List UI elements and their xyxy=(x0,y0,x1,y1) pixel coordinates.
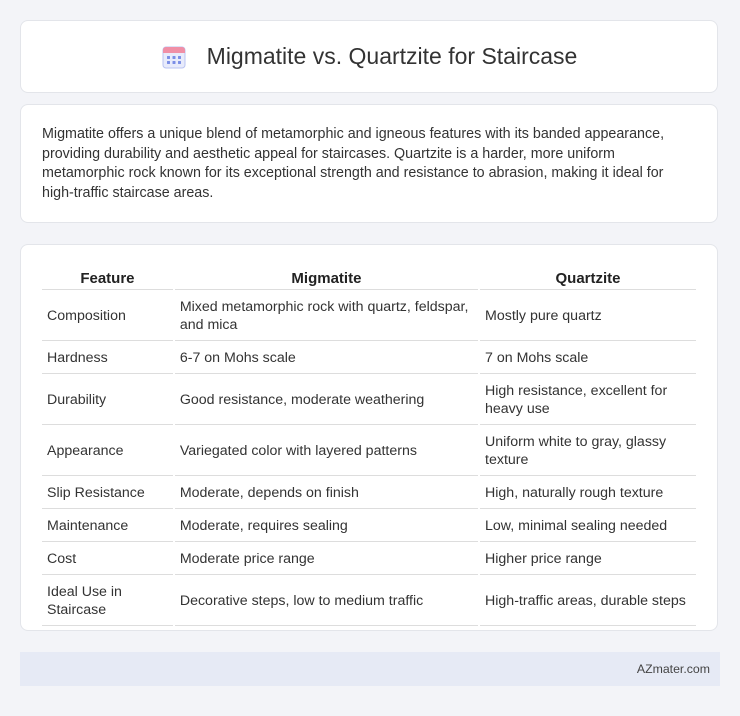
table-card: Feature Migmatite Quartzite Composition … xyxy=(20,244,718,631)
feature-cell: Appearance xyxy=(42,427,173,476)
quartzite-cell: Higher price range xyxy=(480,544,696,575)
feature-cell: Ideal Use in Staircase xyxy=(42,577,173,626)
feature-cell: Durability xyxy=(42,376,173,425)
table-row: Cost Moderate price range Higher price r… xyxy=(42,544,696,575)
calendar-icon xyxy=(161,44,187,70)
table-row: Composition Mixed metamorphic rock with … xyxy=(42,292,696,341)
migmatite-cell: Good resistance, moderate weathering xyxy=(174,376,479,425)
page-title: Migmatite vs. Quartzite for Staircase xyxy=(206,43,578,69)
feature-cell: Slip Resistance xyxy=(42,478,173,509)
table-row: Durability Good resistance, moderate wea… xyxy=(42,376,696,425)
quartzite-cell: 7 on Mohs scale xyxy=(480,343,696,374)
header-feature: Feature xyxy=(42,267,173,290)
intro-card: Migmatite offers a unique blend of metam… xyxy=(20,104,718,223)
header-quartzite: Quartzite xyxy=(480,267,696,290)
migmatite-cell: Moderate, requires sealing xyxy=(174,511,479,542)
title-row: Migmatite vs. Quartzite for Staircase xyxy=(161,43,578,70)
table-row: Appearance Variegated color with layered… xyxy=(42,427,696,476)
feature-cell: Composition xyxy=(42,292,173,341)
table-row: Slip Resistance Moderate, depends on fin… xyxy=(42,478,696,509)
footer: AZmater.com xyxy=(20,652,720,686)
table-header-row: Feature Migmatite Quartzite xyxy=(42,267,696,290)
quartzite-cell: High resistance, excellent for heavy use xyxy=(480,376,696,425)
quartzite-cell: High-traffic areas, durable steps xyxy=(480,577,696,626)
table-row: Maintenance Moderate, requires sealing L… xyxy=(42,511,696,542)
footer-brand: AZmater.com xyxy=(636,662,710,676)
table-row: Hardness 6-7 on Mohs scale 7 on Mohs sca… xyxy=(42,343,696,374)
quartzite-cell: Uniform white to gray, glassy texture xyxy=(480,427,696,476)
feature-cell: Cost xyxy=(42,544,173,575)
migmatite-cell: 6-7 on Mohs scale xyxy=(174,343,479,374)
title-card: Migmatite vs. Quartzite for Staircase xyxy=(20,20,718,93)
migmatite-cell: Decorative steps, low to medium traffic xyxy=(174,577,479,626)
quartzite-cell: Low, minimal sealing needed xyxy=(480,511,696,542)
intro-text: Migmatite offers a unique blend of metam… xyxy=(42,126,665,201)
feature-cell: Maintenance xyxy=(42,511,173,542)
comparison-table: Feature Migmatite Quartzite Composition … xyxy=(40,265,698,628)
quartzite-cell: Mostly pure quartz xyxy=(480,292,696,341)
migmatite-cell: Variegated color with layered patterns xyxy=(174,427,479,476)
table-row: Ideal Use in Staircase Decorative steps,… xyxy=(42,577,696,626)
migmatite-cell: Moderate, depends on finish xyxy=(174,478,479,509)
quartzite-cell: High, naturally rough texture xyxy=(480,478,696,509)
migmatite-cell: Mixed metamorphic rock with quartz, feld… xyxy=(174,292,479,341)
migmatite-cell: Moderate price range xyxy=(174,544,479,575)
feature-cell: Hardness xyxy=(42,343,173,374)
header-migmatite: Migmatite xyxy=(174,267,479,290)
